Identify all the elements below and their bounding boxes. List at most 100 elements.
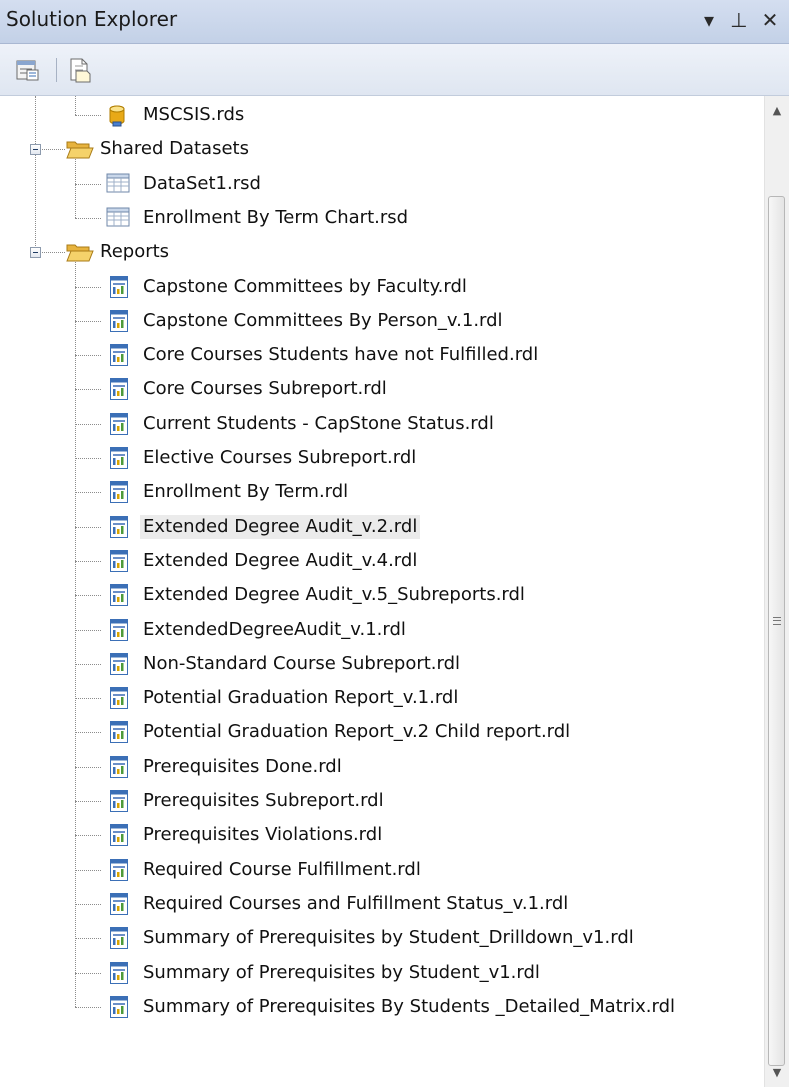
report-icon: [109, 515, 129, 544]
tree-item-label: Prerequisites Done.rdl: [143, 755, 342, 777]
auto-hide-pin-icon[interactable]: ⊥: [727, 6, 751, 34]
tree-file-node[interactable]: ExtendedDegreeAudit_v.1.rdl: [0, 613, 764, 647]
report-icon: [109, 858, 129, 887]
tree-connector-line: [75, 286, 101, 288]
report-icon: [109, 995, 129, 1024]
tree-connector-line: [75, 1006, 101, 1008]
report-icon: [109, 412, 129, 441]
tree-connector-line: [75, 423, 101, 425]
scroll-up-arrow-icon[interactable]: ▲: [765, 100, 789, 122]
report-icon: [109, 686, 129, 715]
properties-icon[interactable]: [14, 56, 42, 84]
report-icon: [109, 343, 129, 372]
tree-connector-line: [75, 663, 101, 665]
tree-file-node[interactable]: MSCSIS.rds: [0, 98, 764, 132]
report-icon: [109, 823, 129, 852]
toolbar-separator: [56, 58, 57, 82]
tree-item-label: DataSet1.rsd: [143, 172, 261, 194]
tree-connector-line: [75, 732, 101, 734]
folder-open-icon: [66, 138, 94, 165]
tree-file-node[interactable]: Core Courses Subreport.rdl: [0, 372, 764, 406]
tree-item-label: MSCSIS.rds: [143, 104, 245, 125]
tree-file-node[interactable]: Summary of Prerequisites by Student_Dril…: [0, 921, 764, 955]
tree-connector-line: [75, 115, 101, 116]
tree-file-node[interactable]: Capstone Committees by Faculty.rdl: [0, 270, 764, 304]
report-icon: [109, 789, 129, 818]
scroll-down-arrow-icon[interactable]: ▼: [765, 1062, 789, 1084]
tree-item-label: Potential Graduation Report_v.1.rdl: [143, 687, 459, 709]
report-icon: [109, 755, 129, 784]
tree-connector-line: [75, 526, 101, 528]
tree-file-node[interactable]: Prerequisites Subreport.rdl: [0, 784, 764, 818]
tree-connector-line: [75, 903, 101, 905]
tree-file-node[interactable]: Core Courses Students have not Fulfilled…: [0, 338, 764, 372]
tree-item-label: Enrollment By Term Chart.rsd: [143, 206, 409, 228]
tree-connector-line: [75, 320, 101, 322]
report-icon: [109, 583, 129, 612]
tree-item-label: Prerequisites Subreport.rdl: [143, 790, 384, 811]
scrollbar-thumb[interactable]: [768, 196, 785, 1066]
tree-item-label: Prerequisites Violations.rdl: [143, 824, 383, 846]
report-icon: [109, 549, 129, 578]
tree-item-label: Extended Degree Audit_v.2.rdl: [140, 514, 421, 539]
report-icon: [109, 480, 129, 509]
tree-connector-line: [75, 355, 101, 357]
tree-file-node[interactable]: Summary of Prerequisites by Student_v1.r…: [0, 956, 764, 990]
report-icon: [109, 309, 129, 338]
tree-item-label: Extended Degree Audit_v.5_Subreports.rdl: [143, 584, 525, 606]
tree-connector-line: [75, 972, 101, 974]
solution-tree[interactable]: MSCSIS.rds Shared Datasets DataSet1.rsd Enr…: [0, 96, 764, 1087]
tree-connector-line: [75, 595, 101, 597]
tree-item-label: Extended Degree Audit_v.4.rdl: [143, 549, 418, 571]
tree-connector-line: [75, 183, 101, 185]
tree-file-node[interactable]: Required Course Fulfillment.rdl: [0, 853, 764, 887]
dataset-icon: [106, 207, 130, 232]
tree-file-node[interactable]: Required Courses and Fulfillment Status_…: [0, 887, 764, 921]
show-all-files-icon[interactable]: [66, 56, 94, 84]
tree-file-node[interactable]: Enrollment By Term.rdl: [0, 475, 764, 509]
tree-connector-line: [75, 835, 101, 837]
tree-file-node[interactable]: Enrollment By Term Chart.rsd: [0, 201, 764, 235]
tree-connector-line: [75, 458, 101, 459]
tree-item-label: Elective Courses Subreport.rdl: [143, 447, 417, 468]
tree-file-node[interactable]: Extended Degree Audit_v.2.rdl: [0, 510, 764, 544]
tree-file-node[interactable]: Prerequisites Violations.rdl: [0, 818, 764, 852]
tree-file-node[interactable]: Capstone Committees By Person_v.1.rdl: [0, 304, 764, 338]
tree-item-label: Summary of Prerequisites by Student_Dril…: [143, 927, 634, 949]
collapse-toggle-icon[interactable]: [30, 247, 41, 259]
tree-connector-line: [75, 217, 101, 219]
title-bar[interactable]: Solution Explorer ▾ ⊥ ✕: [0, 0, 789, 44]
report-icon: [109, 961, 129, 990]
tree-item-label: Core Courses Students have not Fulfilled…: [143, 344, 539, 366]
tree-connector-line: [75, 492, 101, 494]
tree-item-label: Required Courses and Fulfillment Status_…: [143, 892, 569, 914]
tree-item-label: Non-Standard Course Subreport.rdl: [143, 652, 461, 674]
tree-connector-line: [75, 560, 101, 562]
tree-item-label: Current Students - CapStone Status.rdl: [143, 412, 494, 434]
tree-folder-node[interactable]: Reports: [0, 235, 764, 269]
tree-file-node[interactable]: Potential Graduation Report_v.2 Child re…: [0, 715, 764, 749]
vertical-scrollbar[interactable]: ▲ ▼: [764, 96, 789, 1087]
tree-file-node[interactable]: Elective Courses Subreport.rdl: [0, 441, 764, 475]
report-icon: [109, 720, 129, 749]
tree-file-node[interactable]: DataSet1.rsd: [0, 167, 764, 201]
collapse-toggle-icon[interactable]: [30, 144, 41, 156]
tree-folder-node[interactable]: Shared Datasets: [0, 132, 764, 166]
tree-file-node[interactable]: Current Students - CapStone Status.rdl: [0, 407, 764, 441]
tree-file-node[interactable]: Extended Degree Audit_v.4.rdl: [0, 544, 764, 578]
tree-file-node[interactable]: Extended Degree Audit_v.5_Subreports.rdl: [0, 578, 764, 612]
toolbar: [0, 44, 789, 96]
report-icon: [109, 926, 129, 955]
report-icon: [109, 892, 129, 921]
tree-connector-line: [75, 938, 101, 940]
tree-item-label: Summary of Prerequisites by Student_v1.r…: [143, 961, 540, 983]
tree-item-label: Summary of Prerequisites By Students _De…: [143, 995, 676, 1017]
window-position-dropdown-icon[interactable]: ▾: [697, 6, 721, 34]
panel-title: Solution Explorer: [6, 7, 178, 31]
tree-item-label: Potential Graduation Report_v.2 Child re…: [143, 721, 571, 743]
tree-file-node[interactable]: Prerequisites Done.rdl: [0, 750, 764, 784]
tree-file-node[interactable]: Potential Graduation Report_v.1.rdl: [0, 681, 764, 715]
tree-file-node[interactable]: Summary of Prerequisites By Students _De…: [0, 990, 764, 1024]
close-icon[interactable]: ✕: [758, 6, 782, 34]
tree-file-node[interactable]: Non-Standard Course Subreport.rdl: [0, 647, 764, 681]
